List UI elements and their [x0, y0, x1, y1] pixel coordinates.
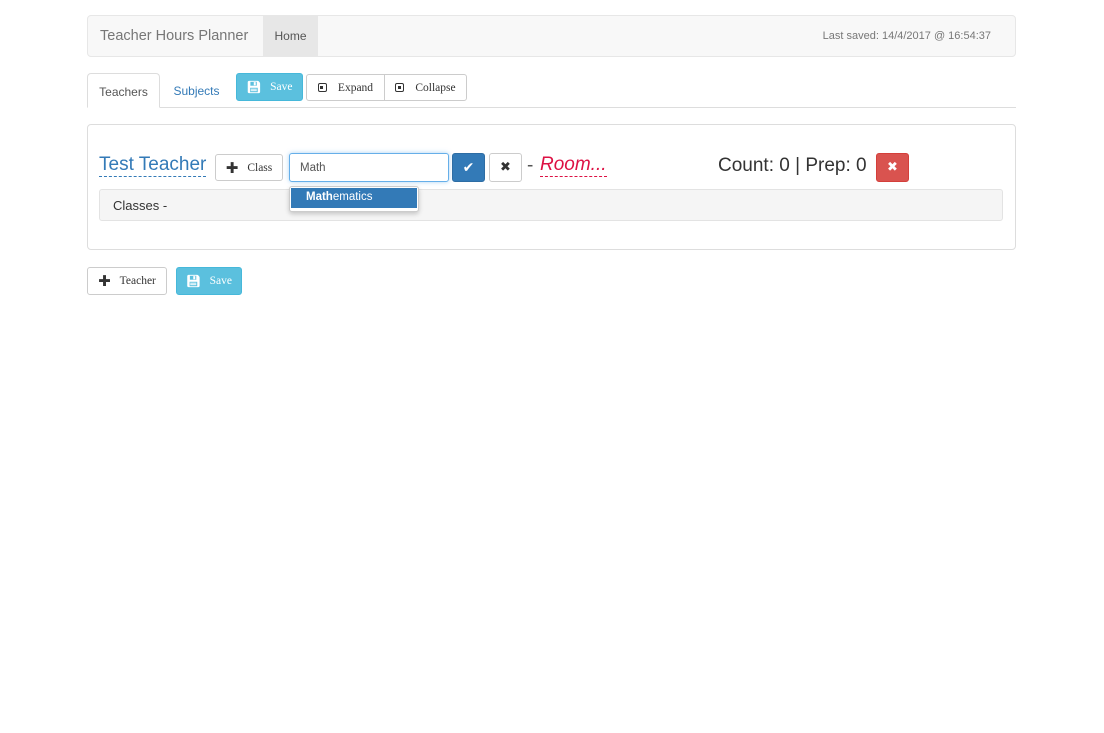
subject-input[interactable] — [289, 153, 449, 182]
cancel-button[interactable]: ✖ — [489, 153, 522, 182]
autocomplete-match: Math — [306, 191, 333, 203]
teacher-panel — [87, 124, 1016, 250]
room-editable[interactable]: Room... — [540, 154, 607, 177]
save-button[interactable]: 💾︎ Save — [236, 73, 303, 101]
tabs-divider — [87, 107, 1016, 108]
tab-teachers[interactable]: Teachers — [87, 73, 160, 108]
autocomplete-dropdown: Mathematics — [289, 186, 419, 212]
add-teacher-label: Teacher — [119, 275, 156, 287]
save-icon: 💾︎ — [186, 274, 201, 288]
teacher-name-editable[interactable]: Test Teacher — [99, 154, 207, 177]
tab-subjects[interactable]: Subjects — [164, 73, 229, 107]
add-teacher-button[interactable]: ✚ Teacher — [87, 267, 167, 295]
autocomplete-rest: ematics — [332, 191, 373, 203]
save-bottom-button[interactable]: 💾︎ Save — [176, 267, 242, 295]
expand-button-label: Expand — [337, 81, 374, 94]
nav-home-link[interactable]: Home — [263, 16, 318, 56]
close-icon: ✖ — [500, 160, 511, 175]
last-saved-status: Last saved: 14/4/2017 @ 16:54:37 — [822, 30, 991, 42]
autocomplete-option[interactable]: Mathematics — [291, 188, 417, 208]
room-separator: - — [527, 155, 534, 176]
collapse-icon — [395, 83, 405, 92]
add-class-button[interactable]: ✚ Class — [215, 154, 283, 181]
add-class-label: Class — [247, 161, 273, 174]
navbar: Teacher Hours Planner Home Last saved: 1… — [87, 15, 1016, 57]
confirm-button[interactable]: ✔ — [452, 153, 485, 182]
expand-button[interactable]: Expand — [306, 74, 385, 101]
count-prep-summary: Count: 0 | Prep: 0 — [718, 155, 867, 176]
app-brand[interactable]: Teacher Hours Planner — [100, 28, 248, 44]
check-icon: ✔ — [462, 159, 475, 176]
collapse-button-label: Collapse — [415, 81, 456, 94]
delete-teacher-button[interactable]: ✖ — [876, 153, 909, 182]
classes-header[interactable]: Classes - — [99, 189, 1003, 221]
plus-icon: ✚ — [98, 272, 111, 290]
expand-icon — [317, 83, 327, 92]
save-bottom-label: Save — [209, 275, 232, 287]
delete-icon: ✖ — [887, 160, 898, 175]
save-icon: 💾︎ — [246, 80, 262, 94]
classes-label: Classes - — [113, 198, 168, 213]
plus-icon: ✚ — [225, 158, 239, 177]
collapse-button[interactable]: Collapse — [384, 74, 467, 101]
save-button-label: Save — [270, 81, 293, 93]
